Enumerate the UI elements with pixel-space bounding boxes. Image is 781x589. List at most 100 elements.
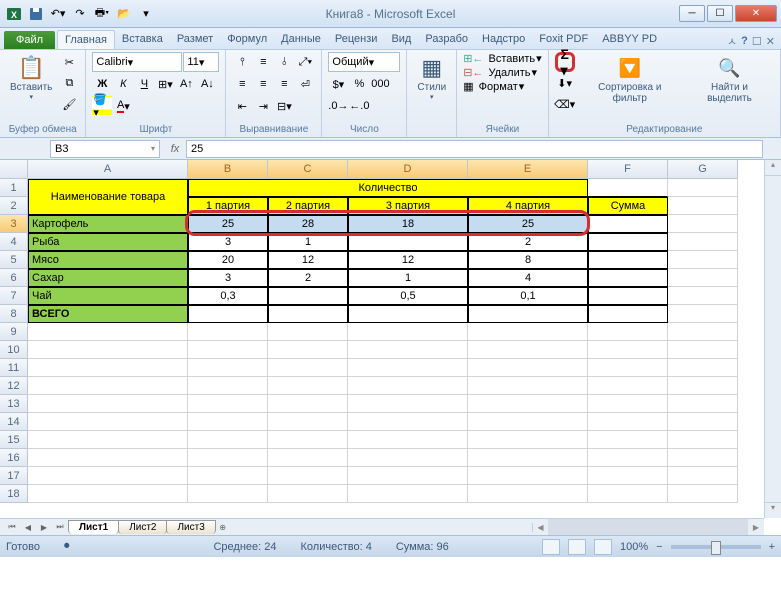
fill-color-button[interactable]: 🪣▾ xyxy=(92,96,112,116)
vertical-scrollbar[interactable]: ▴ ▾ xyxy=(764,160,781,518)
find-select-button[interactable]: 🔍 Найти и выделить xyxy=(685,52,774,106)
tab-данные[interactable]: Данные xyxy=(274,30,328,49)
cell[interactable] xyxy=(268,341,348,359)
cell[interactable] xyxy=(668,197,738,215)
zoom-slider[interactable] xyxy=(671,545,761,549)
zoom-level[interactable]: 100% xyxy=(620,541,648,553)
cell[interactable] xyxy=(668,251,738,269)
cell[interactable] xyxy=(268,467,348,485)
row-header-10[interactable]: 10 xyxy=(0,341,28,359)
excel-icon[interactable]: X xyxy=(4,4,24,24)
cell[interactable]: 0,5 xyxy=(348,287,468,305)
tab-главная[interactable]: Главная xyxy=(57,30,115,49)
cell[interactable] xyxy=(668,359,738,377)
cell[interactable] xyxy=(268,323,348,341)
formula-input[interactable]: 25 xyxy=(186,140,763,158)
cell[interactable] xyxy=(668,287,738,305)
cell[interactable]: 12 xyxy=(268,251,348,269)
cell[interactable] xyxy=(268,485,348,503)
macro-record-icon[interactable]: ⏺ xyxy=(64,540,70,553)
cell[interactable] xyxy=(468,377,588,395)
cell[interactable]: 20 xyxy=(188,251,268,269)
close-button[interactable]: ✕ xyxy=(735,5,777,22)
tab-размет[interactable]: Размет xyxy=(170,30,220,49)
row-header-15[interactable]: 15 xyxy=(0,431,28,449)
fill-button[interactable]: ⬇▾ xyxy=(555,73,575,93)
clear-button[interactable]: ⌫▾ xyxy=(555,94,575,114)
cell[interactable] xyxy=(188,323,268,341)
cell[interactable] xyxy=(668,179,738,197)
sheet-tab-Лист1[interactable]: Лист1 xyxy=(68,520,119,534)
format-cells-button[interactable]: ▦ Формат ▾ xyxy=(463,80,524,93)
maximize-button[interactable]: ☐ xyxy=(707,5,733,22)
col-header-C[interactable]: C xyxy=(268,160,348,179)
cell[interactable] xyxy=(668,323,738,341)
cell[interactable]: 3 партия xyxy=(348,197,468,215)
cell[interactable] xyxy=(468,305,588,323)
cell[interactable]: 0,3 xyxy=(188,287,268,305)
print-icon[interactable]: 🖶▾ xyxy=(92,4,112,24)
cell[interactable] xyxy=(588,233,668,251)
cell[interactable]: 1 партия xyxy=(188,197,268,215)
cell[interactable] xyxy=(468,485,588,503)
file-tab[interactable]: Файл xyxy=(4,31,55,49)
row-header-7[interactable]: 7 xyxy=(0,287,28,305)
cell[interactable]: 2 партия xyxy=(268,197,348,215)
cell[interactable]: 25 xyxy=(188,215,268,233)
row-header-17[interactable]: 17 xyxy=(0,467,28,485)
new-sheet-icon[interactable]: ⊕ xyxy=(215,520,231,534)
cell[interactable]: 1 xyxy=(268,233,348,251)
cell[interactable] xyxy=(268,395,348,413)
col-header-A[interactable]: A xyxy=(28,160,188,179)
increase-font-icon[interactable]: A↑ xyxy=(176,74,196,94)
cell[interactable] xyxy=(28,377,188,395)
col-header-D[interactable]: D xyxy=(348,160,468,179)
cell[interactable]: 0,1 xyxy=(468,287,588,305)
cell[interactable] xyxy=(188,485,268,503)
cell[interactable]: 12 xyxy=(348,251,468,269)
align-middle-icon[interactable]: ≡ xyxy=(253,52,273,72)
cut-icon[interactable]: ✂ xyxy=(59,52,79,72)
cell[interactable]: Чай xyxy=(28,287,188,305)
row-header-5[interactable]: 5 xyxy=(0,251,28,269)
cell[interactable] xyxy=(188,305,268,323)
font-name-dropdown[interactable]: Calibri ▾ xyxy=(92,52,182,72)
cell[interactable]: Картофель xyxy=(28,215,188,233)
cell[interactable] xyxy=(668,467,738,485)
fx-button[interactable]: fx xyxy=(164,140,186,158)
cell[interactable] xyxy=(468,449,588,467)
increase-decimal-icon[interactable]: .0→ xyxy=(328,96,348,116)
cell[interactable] xyxy=(588,431,668,449)
cell[interactable]: Наименование товара xyxy=(28,179,188,215)
cell[interactable] xyxy=(668,485,738,503)
autosum-button[interactable]: Σ ▾ xyxy=(555,52,575,72)
cell[interactable] xyxy=(668,341,738,359)
row-header-18[interactable]: 18 xyxy=(0,485,28,503)
cell[interactable] xyxy=(668,395,738,413)
format-painter-icon[interactable]: 🖌 xyxy=(59,94,79,114)
cell[interactable] xyxy=(348,449,468,467)
cell[interactable] xyxy=(188,377,268,395)
cell[interactable] xyxy=(348,305,468,323)
col-header-E[interactable]: E xyxy=(468,160,588,179)
cell[interactable] xyxy=(28,449,188,467)
cell[interactable]: 18 xyxy=(348,215,468,233)
cell[interactable] xyxy=(588,341,668,359)
cell[interactable] xyxy=(588,179,668,197)
view-layout-icon[interactable] xyxy=(568,539,586,555)
cell[interactable]: 1 xyxy=(348,269,468,287)
cell[interactable] xyxy=(348,323,468,341)
sort-filter-button[interactable]: 🔽 Сортировка и фильтр xyxy=(578,52,682,106)
row-header-8[interactable]: 8 xyxy=(0,305,28,323)
cell[interactable] xyxy=(468,323,588,341)
cell[interactable] xyxy=(668,449,738,467)
tab-nav-prev-icon[interactable]: ◀ xyxy=(20,520,36,534)
cell[interactable] xyxy=(348,431,468,449)
cell[interactable] xyxy=(468,395,588,413)
window-close-icon[interactable]: ✕ xyxy=(766,35,775,48)
paste-button[interactable]: 📋 Вставить ▾ xyxy=(6,52,56,103)
sheet-tab-Лист2[interactable]: Лист2 xyxy=(118,520,167,534)
align-top-icon[interactable]: ⫯ xyxy=(232,52,252,72)
border-button[interactable]: ⊞▾ xyxy=(155,74,175,94)
cell[interactable] xyxy=(668,233,738,251)
